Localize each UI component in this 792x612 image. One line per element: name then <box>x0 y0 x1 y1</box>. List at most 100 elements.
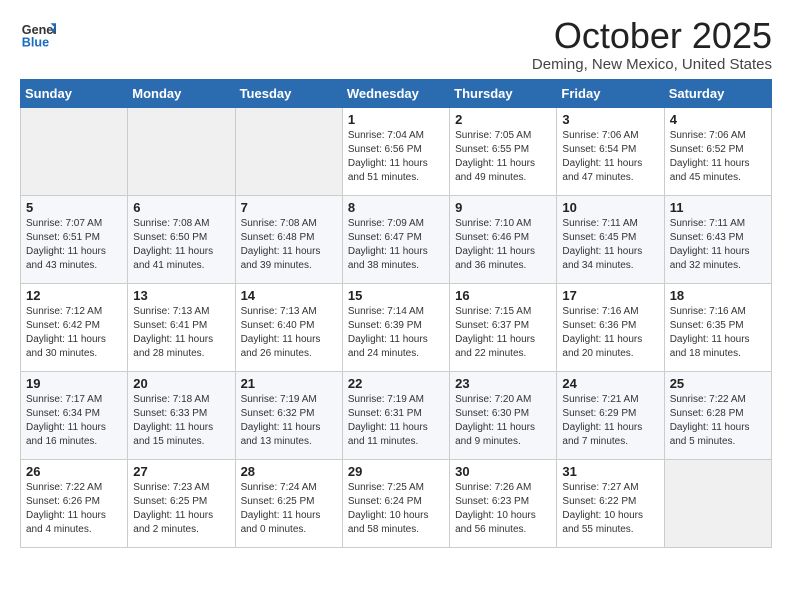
calendar-cell: 28Sunrise: 7:24 AM Sunset: 6:25 PM Dayli… <box>235 459 342 547</box>
calendar-cell: 10 Sunrise: 7:11 AM Sunset: 6:45 PM Dayli… <box>557 195 664 283</box>
calendar-cell: 6Sunrise: 7:08 AM Sunset: 6:50 PM Daylig… <box>128 195 235 283</box>
day-number: 7 <box>241 200 337 215</box>
day-info: Sunrise: 7:17 AM Sunset: 6:34 PM Dayligh… <box>26 393 122 449</box>
weekday-header-sunday: Sunday <box>21 79 128 107</box>
day-number: 15 <box>348 288 444 303</box>
calendar-week-2: 5Sunrise: 7:07 AM Sunset: 6:51 PM Daylig… <box>21 195 772 283</box>
calendar-cell <box>128 107 235 195</box>
day-info: Sunrise: 7:16 AM Sunset: 6:35 PM Dayligh… <box>670 305 766 361</box>
calendar-cell: 16Sunrise: 7:15 AM Sunset: 6:37 PM Dayli… <box>450 283 557 371</box>
day-number: 21 <box>241 376 337 391</box>
page-header: General Blue October 2025 Deming, New Me… <box>20 16 772 73</box>
calendar-cell <box>664 459 771 547</box>
day-number: 25 <box>670 376 766 391</box>
calendar-cell: 25Sunrise: 7:22 AM Sunset: 6:28 PM Dayli… <box>664 371 771 459</box>
day-info: Sunrise: 7:06 AM Sunset: 6:54 PM Dayligh… <box>562 129 658 185</box>
calendar-cell: 17Sunrise: 7:16 AM Sunset: 6:36 PM Dayli… <box>557 283 664 371</box>
day-info: Sunrise: 7:05 AM Sunset: 6:55 PM Dayligh… <box>455 129 551 185</box>
day-number: 16 <box>455 288 551 303</box>
day-info: Sunrise: 7:14 AM Sunset: 6:39 PM Dayligh… <box>348 305 444 361</box>
day-info: Sunrise: 7:19 AM Sunset: 6:32 PM Dayligh… <box>241 393 337 449</box>
svg-text:Blue: Blue <box>22 36 49 50</box>
calendar-cell: 24 Sunrise: 7:21 AM Sunset: 6:29 PM Dayli… <box>557 371 664 459</box>
day-number: 24 <box>562 376 658 391</box>
calendar-cell: 11 Sunrise: 7:11 AM Sunset: 6:43 PM Dayli… <box>664 195 771 283</box>
day-info: Sunrise: 7:22 AM Sunset: 6:26 PM Dayligh… <box>26 481 122 537</box>
page-container: General Blue October 2025 Deming, New Me… <box>0 0 792 558</box>
day-number: 22 <box>348 376 444 391</box>
calendar-week-1: 1 Sunrise: 7:04 AM Sunset: 6:56 PM Daylig… <box>21 107 772 195</box>
calendar-cell: 18 Sunrise: 7:16 AM Sunset: 6:35 PM Dayli… <box>664 283 771 371</box>
day-number: 10 <box>562 200 658 215</box>
calendar-body: 1 Sunrise: 7:04 AM Sunset: 6:56 PM Daylig… <box>21 107 772 547</box>
day-info: Sunrise: 7:16 AM Sunset: 6:36 PM Dayligh… <box>562 305 658 361</box>
day-number: 23 <box>455 376 551 391</box>
day-number: 27 <box>133 464 229 479</box>
calendar-cell: 20Sunrise: 7:18 AM Sunset: 6:33 PM Dayli… <box>128 371 235 459</box>
weekday-header-friday: Friday <box>557 79 664 107</box>
calendar-header: SundayMondayTuesdayWednesdayThursdayFrid… <box>21 79 772 107</box>
calendar-cell: 8Sunrise: 7:09 AM Sunset: 6:47 PM Daylig… <box>342 195 449 283</box>
day-info: Sunrise: 7:13 AM Sunset: 6:40 PM Dayligh… <box>241 305 337 361</box>
day-info: Sunrise: 7:11 AM Sunset: 6:43 PM Dayligh… <box>670 217 766 273</box>
day-info: Sunrise: 7:20 AM Sunset: 6:30 PM Dayligh… <box>455 393 551 449</box>
calendar-cell <box>235 107 342 195</box>
day-info: Sunrise: 7:25 AM Sunset: 6:24 PM Dayligh… <box>348 481 444 537</box>
calendar-table: SundayMondayTuesdayWednesdayThursdayFrid… <box>20 79 772 548</box>
day-info: Sunrise: 7:08 AM Sunset: 6:48 PM Dayligh… <box>241 217 337 273</box>
calendar-week-4: 19 Sunrise: 7:17 AM Sunset: 6:34 PM Dayli… <box>21 371 772 459</box>
day-number: 2 <box>455 112 551 127</box>
calendar-cell: 5Sunrise: 7:07 AM Sunset: 6:51 PM Daylig… <box>21 195 128 283</box>
day-number: 18 <box>670 288 766 303</box>
weekday-header-thursday: Thursday <box>450 79 557 107</box>
day-number: 8 <box>348 200 444 215</box>
day-number: 31 <box>562 464 658 479</box>
weekday-header-monday: Monday <box>128 79 235 107</box>
day-number: 11 <box>670 200 766 215</box>
location: Deming, New Mexico, United States <box>532 56 772 73</box>
calendar-cell: 14 Sunrise: 7:13 AM Sunset: 6:40 PM Dayli… <box>235 283 342 371</box>
day-info: Sunrise: 7:08 AM Sunset: 6:50 PM Dayligh… <box>133 217 229 273</box>
calendar-week-5: 26Sunrise: 7:22 AM Sunset: 6:26 PM Dayli… <box>21 459 772 547</box>
day-number: 30 <box>455 464 551 479</box>
calendar-cell <box>21 107 128 195</box>
day-number: 19 <box>26 376 122 391</box>
calendar-cell: 13Sunrise: 7:13 AM Sunset: 6:41 PM Dayli… <box>128 283 235 371</box>
calendar-cell: 1 Sunrise: 7:04 AM Sunset: 6:56 PM Daylig… <box>342 107 449 195</box>
day-info: Sunrise: 7:06 AM Sunset: 6:52 PM Dayligh… <box>670 129 766 185</box>
day-info: Sunrise: 7:07 AM Sunset: 6:51 PM Dayligh… <box>26 217 122 273</box>
day-info: Sunrise: 7:26 AM Sunset: 6:23 PM Dayligh… <box>455 481 551 537</box>
weekday-header-saturday: Saturday <box>664 79 771 107</box>
calendar-cell: 29 Sunrise: 7:25 AM Sunset: 6:24 PM Dayli… <box>342 459 449 547</box>
day-number: 29 <box>348 464 444 479</box>
calendar-cell: 30 Sunrise: 7:26 AM Sunset: 6:23 PM Dayli… <box>450 459 557 547</box>
calendar-cell: 9Sunrise: 7:10 AM Sunset: 6:46 PM Daylig… <box>450 195 557 283</box>
day-number: 1 <box>348 112 444 127</box>
day-info: Sunrise: 7:04 AM Sunset: 6:56 PM Dayligh… <box>348 129 444 185</box>
calendar-cell: 23 Sunrise: 7:20 AM Sunset: 6:30 PM Dayli… <box>450 371 557 459</box>
calendar-cell: 26Sunrise: 7:22 AM Sunset: 6:26 PM Dayli… <box>21 459 128 547</box>
calendar-cell: 12 Sunrise: 7:12 AM Sunset: 6:42 PM Dayli… <box>21 283 128 371</box>
calendar-cell: 3Sunrise: 7:06 AM Sunset: 6:54 PM Daylig… <box>557 107 664 195</box>
day-info: Sunrise: 7:23 AM Sunset: 6:25 PM Dayligh… <box>133 481 229 537</box>
calendar-cell: 7 Sunrise: 7:08 AM Sunset: 6:48 PM Daylig… <box>235 195 342 283</box>
day-number: 13 <box>133 288 229 303</box>
day-info: Sunrise: 7:19 AM Sunset: 6:31 PM Dayligh… <box>348 393 444 449</box>
day-info: Sunrise: 7:21 AM Sunset: 6:29 PM Dayligh… <box>562 393 658 449</box>
weekday-row: SundayMondayTuesdayWednesdayThursdayFrid… <box>21 79 772 107</box>
day-info: Sunrise: 7:12 AM Sunset: 6:42 PM Dayligh… <box>26 305 122 361</box>
calendar-cell: 2 Sunrise: 7:05 AM Sunset: 6:55 PM Daylig… <box>450 107 557 195</box>
month-title: October 2025 <box>532 16 772 56</box>
calendar-cell: 31Sunrise: 7:27 AM Sunset: 6:22 PM Dayli… <box>557 459 664 547</box>
weekday-header-tuesday: Tuesday <box>235 79 342 107</box>
day-info: Sunrise: 7:18 AM Sunset: 6:33 PM Dayligh… <box>133 393 229 449</box>
logo: General Blue <box>20 16 56 52</box>
calendar-cell: 15 Sunrise: 7:14 AM Sunset: 6:39 PM Dayli… <box>342 283 449 371</box>
day-number: 28 <box>241 464 337 479</box>
day-number: 12 <box>26 288 122 303</box>
day-number: 14 <box>241 288 337 303</box>
calendar-week-3: 12 Sunrise: 7:12 AM Sunset: 6:42 PM Dayli… <box>21 283 772 371</box>
day-info: Sunrise: 7:11 AM Sunset: 6:45 PM Dayligh… <box>562 217 658 273</box>
day-number: 9 <box>455 200 551 215</box>
calendar-cell: 22 Sunrise: 7:19 AM Sunset: 6:31 PM Dayli… <box>342 371 449 459</box>
